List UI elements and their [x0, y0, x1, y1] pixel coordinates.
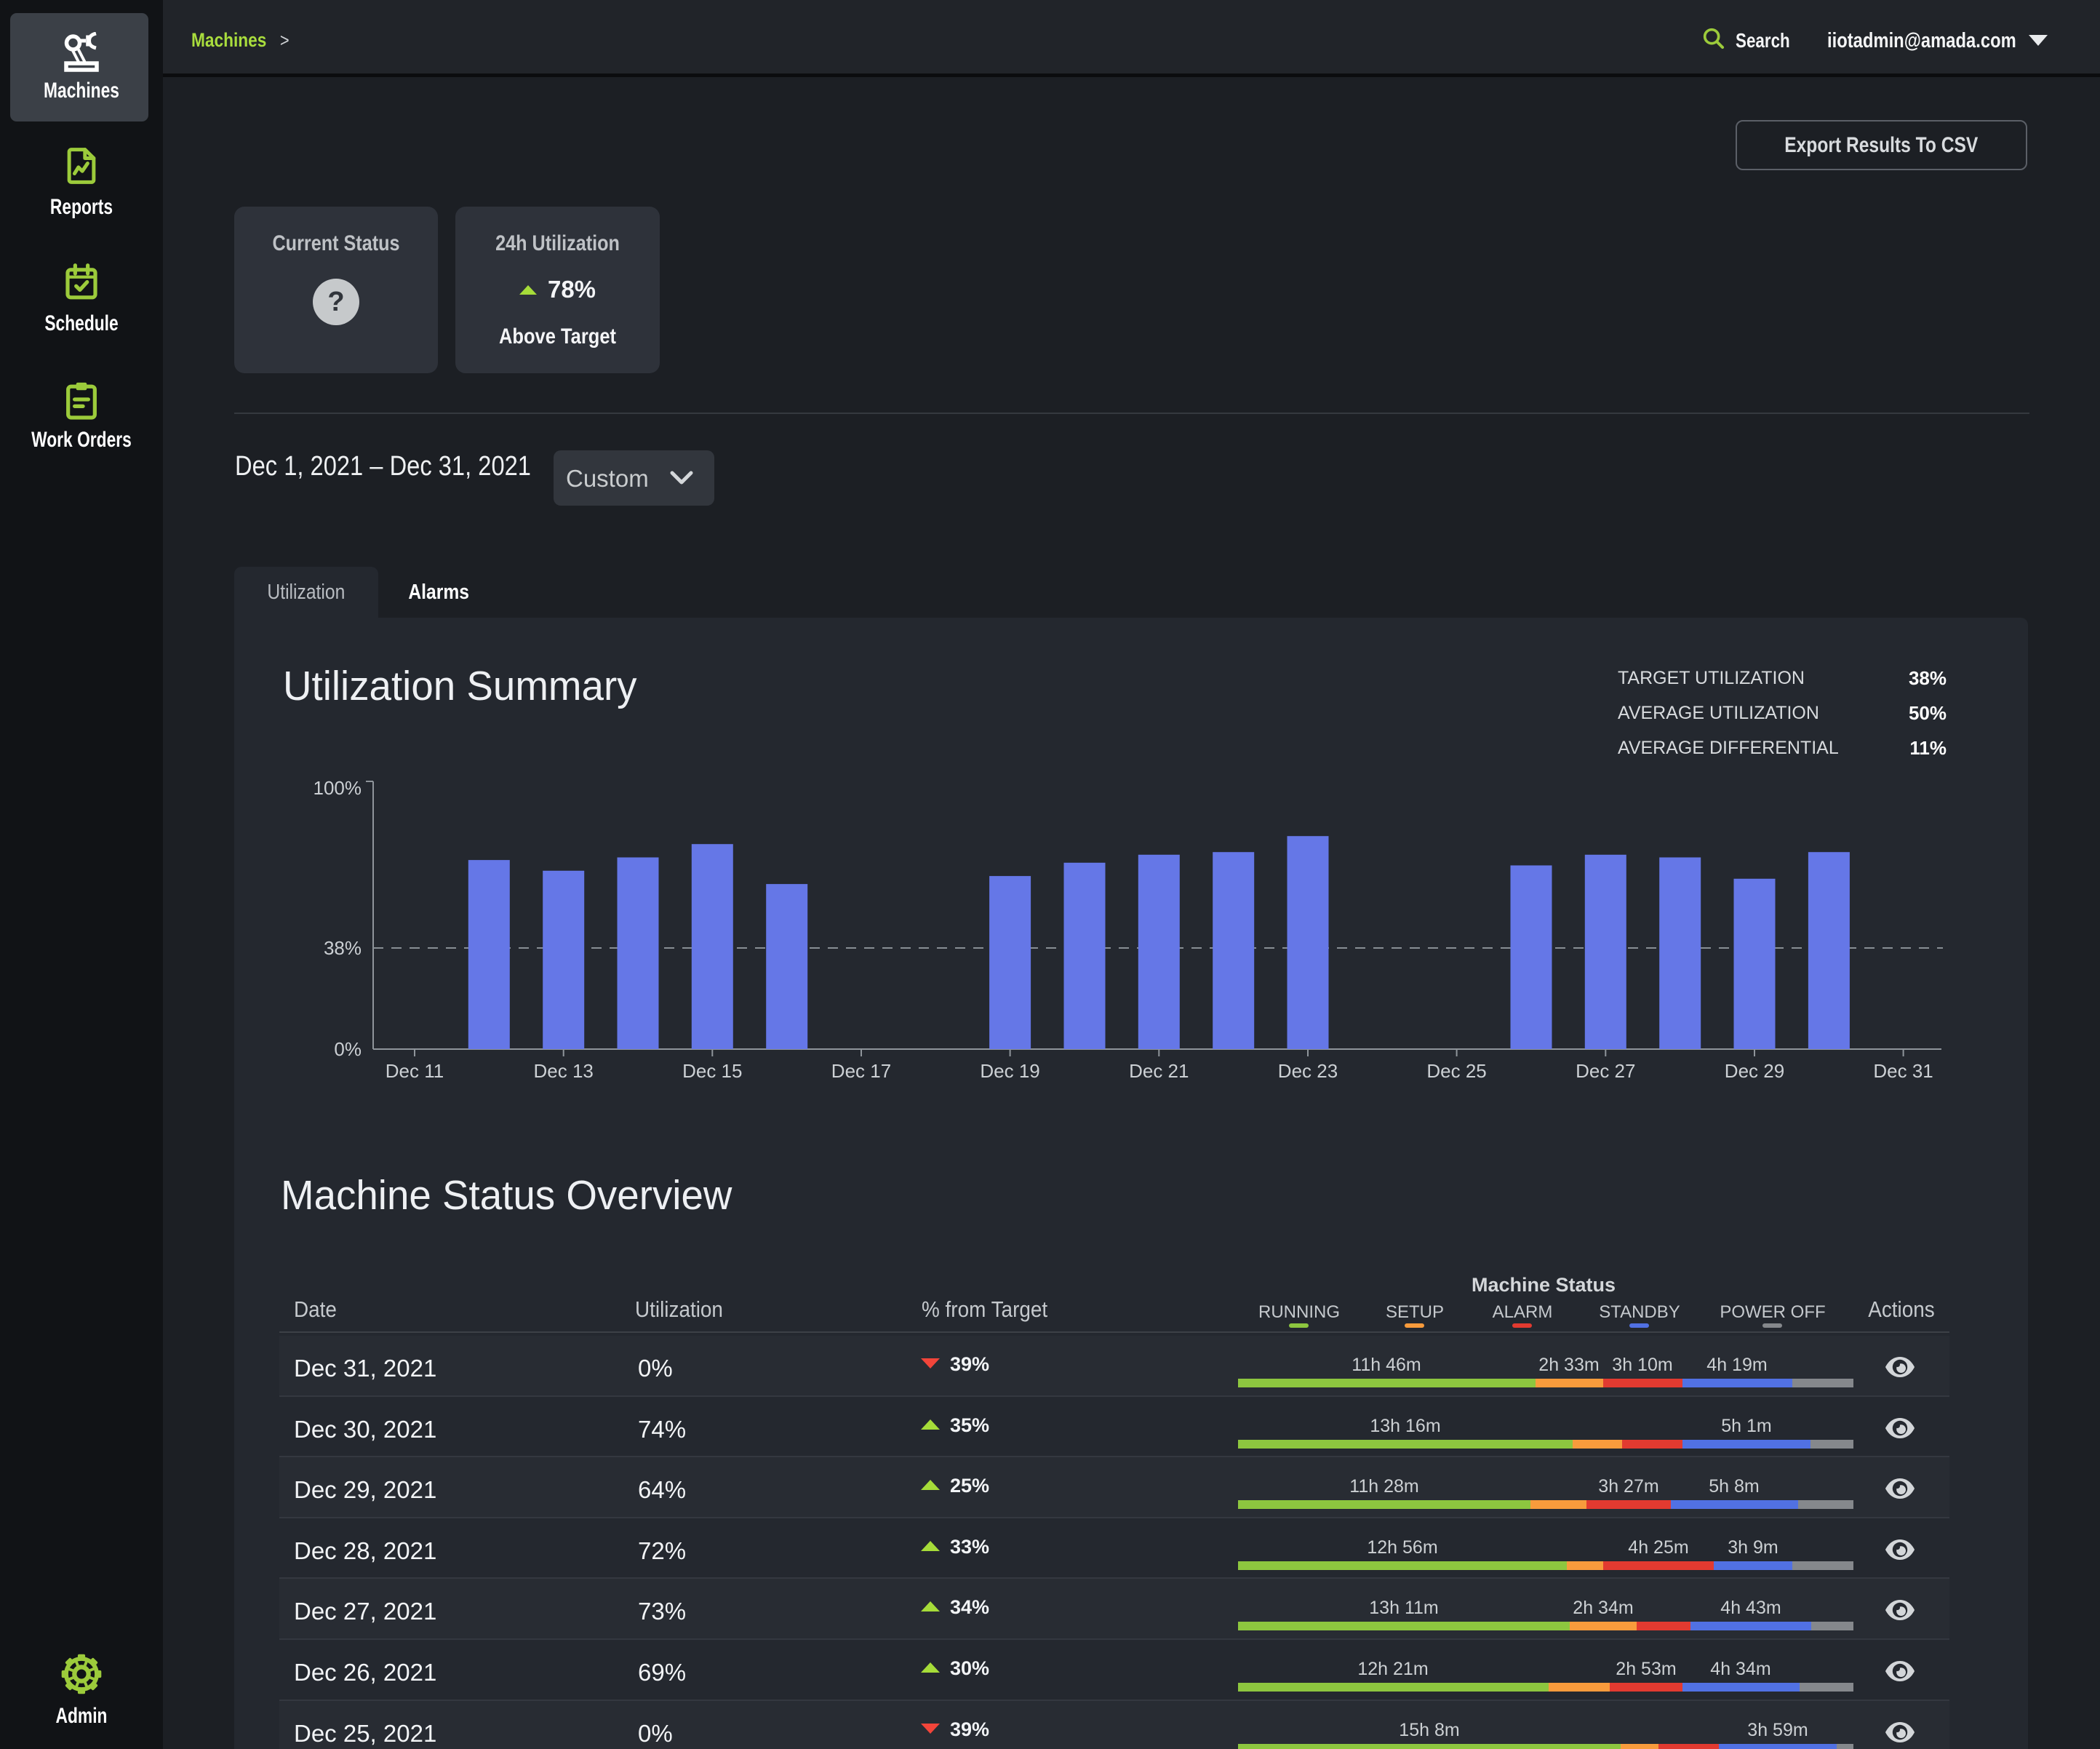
svg-text:0%: 0% [334, 1038, 362, 1060]
svg-text:Dec 19: Dec 19 [980, 1060, 1039, 1082]
svg-text:38%: 38% [324, 937, 362, 959]
svg-text:Dec 27: Dec 27 [1576, 1060, 1635, 1082]
svg-text:Dec 23: Dec 23 [1278, 1060, 1338, 1082]
svg-text:Dec 25: Dec 25 [1426, 1060, 1486, 1082]
svg-text:Dec 15: Dec 15 [682, 1060, 742, 1082]
svg-text:100%: 100% [314, 777, 362, 799]
svg-text:Dec 17: Dec 17 [831, 1060, 891, 1082]
svg-text:Dec 11: Dec 11 [386, 1060, 444, 1082]
svg-text:Dec 21: Dec 21 [1129, 1060, 1189, 1082]
svg-text:Dec 13: Dec 13 [534, 1060, 594, 1082]
svg-text:Dec 29: Dec 29 [1725, 1060, 1784, 1082]
svg-text:Dec 31: Dec 31 [1873, 1060, 1933, 1082]
